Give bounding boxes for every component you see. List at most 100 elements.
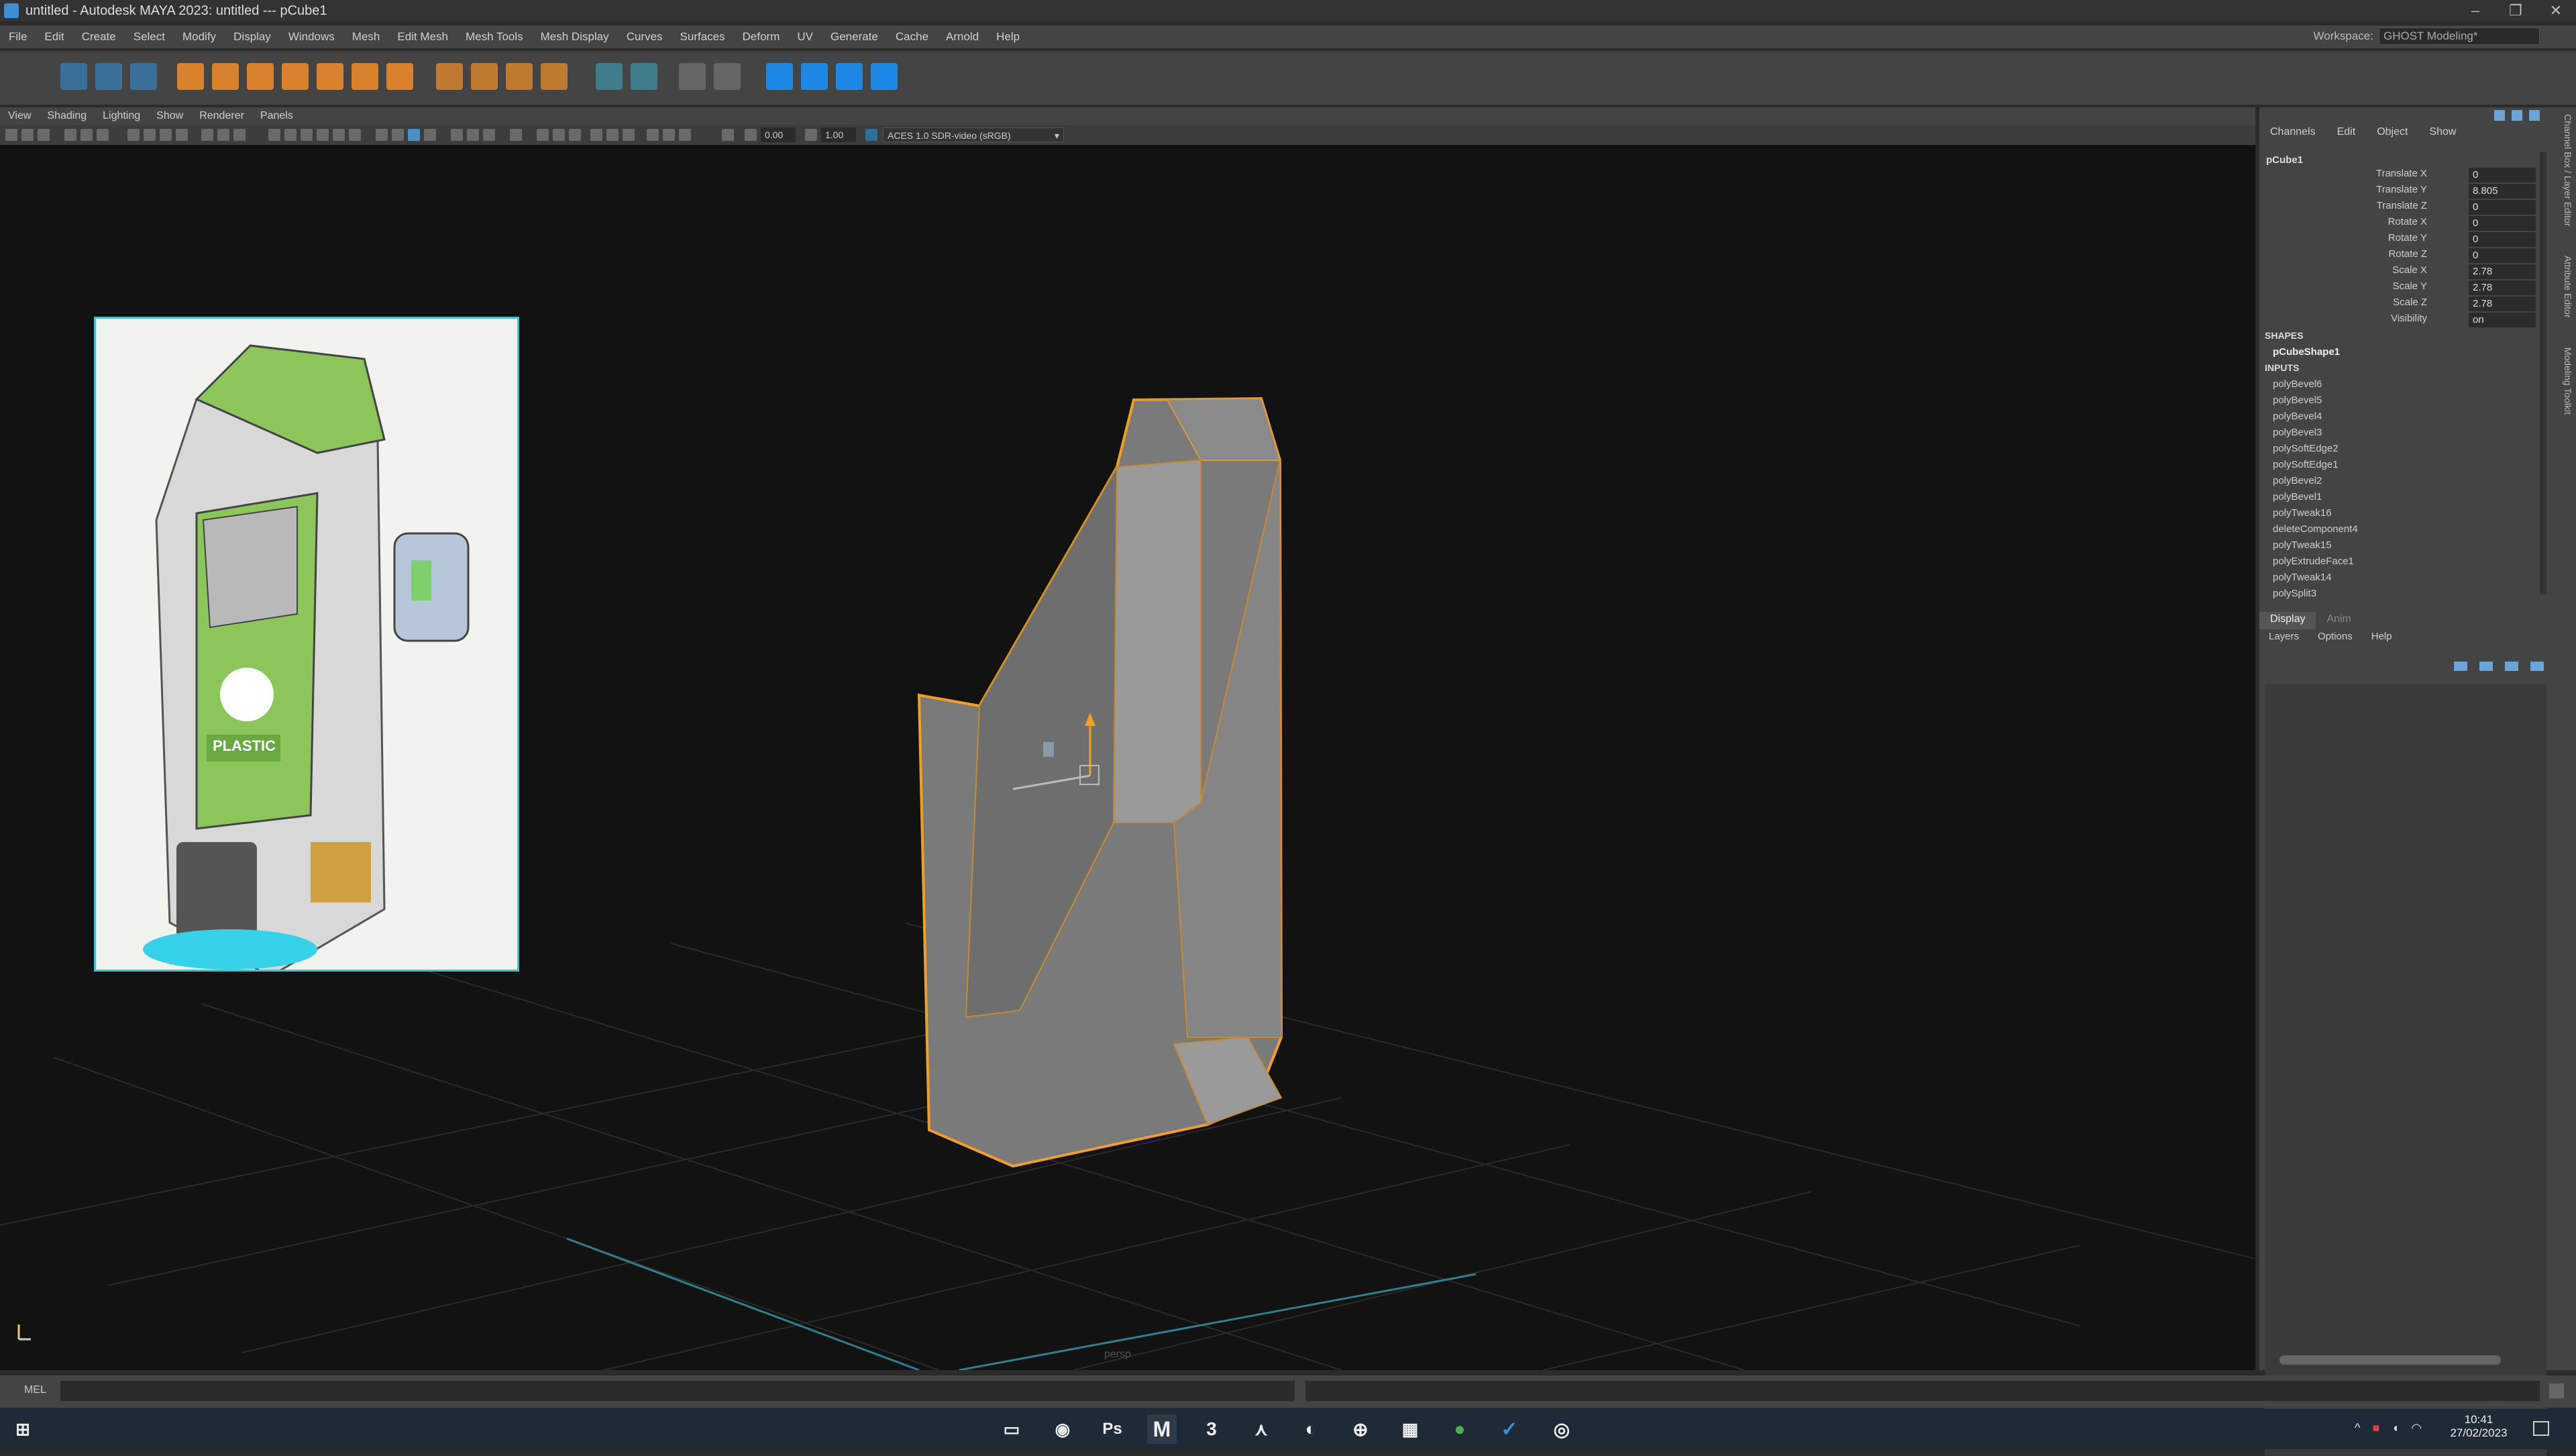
- selected-object-name[interactable]: pCube1: [2266, 154, 2303, 166]
- attr-translate-y[interactable]: Translate Y 8.805: [2259, 184, 2548, 200]
- textured-icon[interactable]: [160, 129, 172, 141]
- vp-menu-lighting[interactable]: Lighting: [95, 110, 148, 122]
- menu-options[interactable]: Options: [2308, 631, 2362, 647]
- use-lights-icon[interactable]: [451, 129, 463, 141]
- attr-value[interactable]: 0: [2469, 232, 2536, 247]
- close-button[interactable]: ✕: [2536, 0, 2576, 21]
- attr-rotate-z[interactable]: Rotate Z 0: [2259, 248, 2548, 264]
- command-input[interactable]: [60, 1381, 1295, 1401]
- tray-app-icon[interactable]: ■: [2372, 1421, 2379, 1435]
- poly-plane-icon[interactable]: [317, 63, 343, 90]
- render-icon[interactable]: [679, 63, 706, 90]
- input-node[interactable]: deleteComponent4: [2273, 523, 2358, 535]
- side-tab-attribute-editor[interactable]: Attribute Editor: [2563, 256, 2573, 318]
- menu-mesh[interactable]: Mesh: [343, 30, 389, 44]
- attr-value[interactable]: 0: [2469, 168, 2536, 183]
- xray-joints-icon[interactable]: [392, 129, 404, 141]
- ipr-render-icon[interactable]: [714, 63, 741, 90]
- vp-menu-renderer[interactable]: Renderer: [191, 110, 252, 122]
- cb-menu-show[interactable]: Show: [2418, 126, 2467, 138]
- menu-edit[interactable]: Edit: [36, 30, 72, 44]
- minimize-button[interactable]: –: [2455, 0, 2496, 21]
- a-plugin-icon[interactable]: [801, 63, 828, 90]
- attr-value[interactable]: 8.805: [2469, 184, 2536, 199]
- attr-translate-z[interactable]: Translate Z 0: [2259, 200, 2548, 216]
- attr-rotate-y[interactable]: Rotate Y 0: [2259, 232, 2548, 248]
- network-icon[interactable]: ◠: [2411, 1421, 2422, 1435]
- depth-of-field-icon[interactable]: [510, 129, 522, 141]
- menu-layers[interactable]: Layers: [2259, 631, 2308, 647]
- grid-toggle-icon[interactable]: [80, 129, 93, 141]
- attr-value[interactable]: on: [2469, 313, 2536, 327]
- gamma-field[interactable]: 1.00: [821, 127, 856, 142]
- gamma-icon[interactable]: [805, 129, 817, 141]
- bridge-icon[interactable]: [506, 63, 533, 90]
- obs-icon[interactable]: ◎: [1547, 1414, 1576, 1444]
- input-node[interactable]: polyBevel1: [2273, 491, 2322, 503]
- resolution-gate-icon[interactable]: [284, 129, 297, 141]
- safe-action-icon[interactable]: [333, 129, 345, 141]
- layer-list[interactable]: [2265, 684, 2546, 1456]
- cb-menu-channels[interactable]: Channels: [2259, 126, 2326, 138]
- input-node[interactable]: polyTweak14: [2273, 572, 2332, 583]
- input-node[interactable]: polyBevel2: [2273, 475, 2322, 486]
- smooth-shade-icon[interactable]: [144, 129, 156, 141]
- new-layer-icon[interactable]: [2505, 662, 2518, 671]
- menu-windows[interactable]: Windows: [280, 30, 343, 44]
- menu-generate[interactable]: Generate: [822, 30, 887, 44]
- contrast-icon[interactable]: ◐: [1296, 1414, 1326, 1444]
- film-gate-icon[interactable]: [97, 129, 109, 141]
- input-node[interactable]: polyTweak16: [2273, 507, 2332, 519]
- menu-select[interactable]: Select: [125, 30, 174, 44]
- camera-attributes-icon[interactable]: [21, 129, 34, 141]
- attr-translate-x[interactable]: Translate X 0: [2259, 168, 2548, 184]
- mel-label[interactable]: MEL: [24, 1384, 46, 1396]
- cb-menu-edit[interactable]: Edit: [2326, 126, 2367, 138]
- p-plugin-icon[interactable]: [836, 63, 863, 90]
- menu-deform[interactable]: Deform: [734, 30, 789, 44]
- menu-cache[interactable]: Cache: [887, 30, 937, 44]
- attr-value[interactable]: 0: [2469, 248, 2536, 263]
- playblast-icon[interactable]: [623, 129, 635, 141]
- globe-icon[interactable]: ⊕: [1346, 1414, 1375, 1444]
- snap-point-icon[interactable]: [679, 129, 691, 141]
- menu-display[interactable]: Display: [225, 30, 280, 44]
- tab-display[interactable]: Display: [2259, 612, 2316, 629]
- cb-menu-object[interactable]: Object: [2366, 126, 2418, 138]
- tool-settings-icon[interactable]: [2529, 110, 2540, 121]
- isolate-select-icon[interactable]: [408, 129, 420, 141]
- snapshot-icon[interactable]: [553, 129, 565, 141]
- input-node[interactable]: polyExtrudeFace1: [2273, 556, 2354, 567]
- camera-icon[interactable]: [606, 129, 619, 141]
- menu-file[interactable]: File: [0, 30, 36, 44]
- horizontal-scrollbar[interactable]: [2279, 1355, 2501, 1365]
- attribute-editor-icon[interactable]: [2512, 110, 2522, 121]
- input-node[interactable]: polySoftEdge1: [2273, 459, 2339, 470]
- input-node[interactable]: polyBevel3: [2273, 427, 2322, 438]
- render-view-icon[interactable]: [590, 129, 602, 141]
- gate-mask-icon[interactable]: [301, 129, 313, 141]
- poly-cylinder-icon[interactable]: [247, 63, 274, 90]
- calendar-icon[interactable]: ▦: [1395, 1414, 1425, 1444]
- exposure-field[interactable]: 0.00: [761, 127, 796, 142]
- attr-visibility[interactable]: Visibility on: [2259, 313, 2548, 329]
- shadows-icon[interactable]: [201, 129, 213, 141]
- 3d-viewport[interactable]: PLASTIC persp: [0, 145, 2255, 1370]
- bookmark-icon[interactable]: [38, 129, 50, 141]
- grid-icon[interactable]: [268, 129, 280, 141]
- vp-menu-shading[interactable]: Shading: [39, 110, 95, 122]
- input-node[interactable]: polyTweak15: [2273, 539, 2332, 551]
- poly-cone-icon[interactable]: [282, 63, 309, 90]
- shape-node[interactable]: pCubeShape1: [2273, 346, 2340, 358]
- field-chart-icon[interactable]: [317, 129, 329, 141]
- photoshop-icon[interactable]: Ps: [1097, 1414, 1127, 1444]
- input-node[interactable]: polyBevel5: [2273, 395, 2322, 406]
- menu-modify[interactable]: Modify: [174, 30, 225, 44]
- m-plugin-icon[interactable]: [871, 63, 898, 90]
- snap-curve-icon[interactable]: [722, 129, 734, 141]
- menu-create[interactable]: Create: [73, 30, 125, 44]
- menu-edit-mesh[interactable]: Edit Mesh: [388, 30, 457, 44]
- vp-menu-show[interactable]: Show: [148, 110, 191, 122]
- c-plugin-icon[interactable]: [766, 63, 793, 90]
- attr-value[interactable]: 2.78: [2469, 280, 2536, 295]
